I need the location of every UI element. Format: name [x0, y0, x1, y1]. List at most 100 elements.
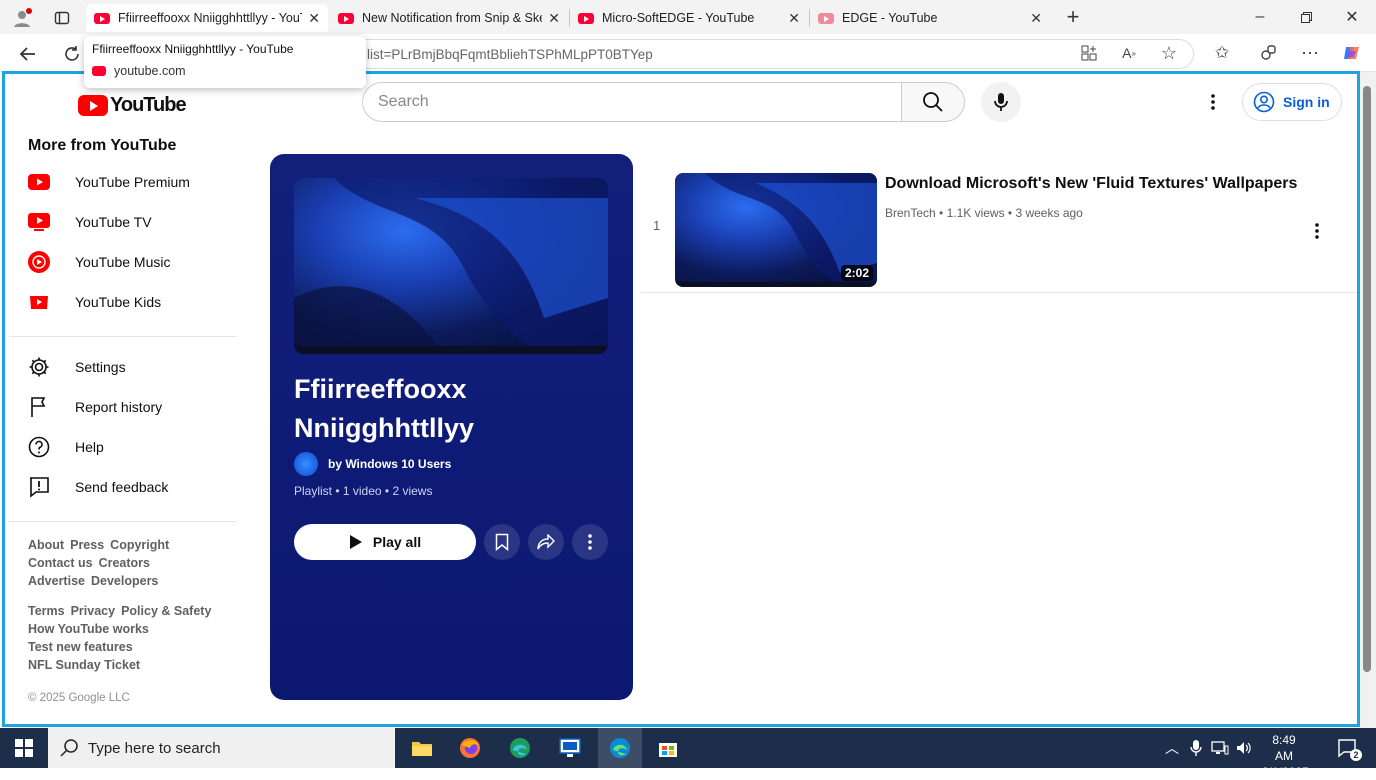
sidebar-item-label: Help	[75, 439, 104, 455]
sidebar-item-send-feedback[interactable]: Send feedback	[27, 469, 237, 505]
app-available-icon[interactable]	[1078, 42, 1100, 64]
tab-edge-youtube[interactable]: EDGE - YouTube ✕	[810, 4, 1050, 32]
favorite-star-icon[interactable]: ☆	[1158, 42, 1180, 64]
sidebar-item-report-history[interactable]: Report history	[27, 389, 237, 425]
playlist-video-row[interactable]: 1 2:02 Download Microsoft's New 'Fluid T…	[641, 169, 1357, 293]
settings-kebab-icon[interactable]	[1201, 90, 1225, 114]
sidebar-item-settings[interactable]: Settings	[27, 349, 237, 385]
microsoft-store-icon[interactable]	[650, 732, 686, 764]
footer-link-advertise[interactable]: Advertise	[28, 574, 85, 588]
edge-canary-icon[interactable]	[598, 728, 642, 768]
sidebar-item-label: YouTube Premium	[75, 174, 190, 190]
share-button[interactable]	[528, 524, 564, 560]
edge-beta-icon[interactable]	[502, 732, 538, 764]
footer-link-privacy[interactable]: Privacy	[71, 604, 115, 618]
collections-icon[interactable]	[1256, 42, 1280, 64]
sign-in-button[interactable]: Sign in	[1242, 83, 1342, 121]
search-button[interactable]	[901, 82, 965, 122]
refresh-icon[interactable]	[60, 42, 84, 66]
favorites-icon[interactable]: ✩	[1210, 42, 1234, 64]
notification-count-badge: 2	[1350, 749, 1362, 761]
hamburger-menu-icon[interactable]	[29, 90, 53, 114]
file-explorer-icon[interactable]	[404, 732, 440, 764]
video-duration-badge: 2:02	[840, 265, 873, 281]
sidebar-item-label: Settings	[75, 359, 126, 375]
sign-in-label: Sign in	[1283, 94, 1330, 110]
video-more-icon[interactable]	[1307, 219, 1327, 243]
back-icon[interactable]	[16, 42, 40, 66]
minimize-icon[interactable]: –	[1248, 6, 1272, 28]
tab-ffiirreeffooxx[interactable]: Ffiirreeffooxx Nniigghhttllyy - YouTube …	[86, 4, 328, 32]
footer-link-developers[interactable]: Developers	[91, 574, 158, 588]
footer-link-contact-us[interactable]: Contact us	[28, 556, 93, 570]
window-close-icon[interactable]: ✕	[1340, 6, 1364, 28]
taskbar-search-input[interactable]: Type here to search	[48, 728, 395, 768]
footer-link-creators[interactable]: Creators	[99, 556, 150, 570]
help-icon	[27, 435, 51, 459]
video-title[interactable]: Download Microsoft's New 'Fluid Textures…	[885, 175, 1297, 193]
sidebar-item-label: YouTube Kids	[75, 294, 162, 310]
footer-link-policy-safety[interactable]: Policy & Safety	[121, 604, 211, 618]
close-tab-icon[interactable]: ✕	[308, 10, 320, 27]
footer-link-copyright[interactable]: Copyright	[110, 538, 169, 552]
playlist-owner[interactable]: by Windows 10 Users	[294, 452, 451, 476]
more-options-icon[interactable]: ⋯	[1298, 42, 1322, 64]
youtube-logo[interactable]: YouTube	[78, 94, 187, 117]
tab-actions-icon[interactable]	[50, 6, 74, 30]
playlist-thumbnail[interactable]	[294, 178, 608, 354]
sidebar-item-youtube-music[interactable]: YouTube Music	[27, 244, 237, 280]
youtube-favicon-icon	[818, 12, 834, 24]
volume-icon[interactable]	[1232, 732, 1256, 764]
tooltip-title: Ffiirreeffooxx Nniigghhttllyy - YouTube	[92, 42, 294, 56]
windows-start-icon[interactable]	[6, 732, 42, 764]
video-thumbnail[interactable]: 2:02	[675, 173, 877, 287]
footer-links-primary: About Press Copyright Contact us Creators A…	[28, 536, 228, 590]
taskbar-search-placeholder: Type here to search	[88, 739, 221, 757]
play-icon	[349, 535, 362, 549]
firefox-icon[interactable]	[452, 732, 488, 764]
footer-link-press[interactable]: Press	[70, 538, 104, 552]
read-aloud-icon[interactable]: A»	[1118, 42, 1140, 64]
clock-time: 8:49 AM	[1272, 733, 1296, 763]
sidebar-item-youtube-premium[interactable]: YouTube Premium	[27, 164, 237, 200]
close-tab-icon[interactable]: ✕	[548, 10, 560, 27]
footer-link-terms[interactable]: Terms	[28, 604, 65, 618]
copilot-icon[interactable]	[1340, 42, 1364, 64]
sidebar-item-help[interactable]: Help	[27, 429, 237, 465]
kebab-icon	[588, 534, 592, 550]
notification-center-icon[interactable]: 2	[1330, 732, 1366, 764]
restore-icon[interactable]	[1294, 6, 1318, 28]
taskbar-clock[interactable]: 8:49 AM 2/1/2025	[1262, 732, 1309, 780]
play-all-button[interactable]: Play all	[294, 524, 476, 560]
show-hidden-icons-chevron[interactable]: ︿	[1160, 732, 1184, 764]
microphone-tray-icon[interactable]	[1184, 732, 1208, 764]
footer-link-how-youtube-works[interactable]: How YouTube works	[28, 622, 149, 636]
page-scrollbar[interactable]	[1360, 72, 1376, 728]
tab-micro-softedge[interactable]: Micro-SoftEDGE - YouTube ✕	[570, 4, 808, 32]
sidebar-divider	[9, 521, 237, 522]
tab-snip-sketch[interactable]: New Notification from Snip & Sketch ✕	[330, 4, 568, 32]
network-icon[interactable]	[1208, 732, 1232, 764]
footer-link-test-new-features[interactable]: Test new features	[28, 640, 133, 654]
youtube-music-icon	[27, 250, 51, 274]
voice-search-button[interactable]	[981, 82, 1021, 122]
sidebar-item-label: YouTube TV	[75, 214, 152, 230]
playlist-more-button[interactable]	[572, 524, 608, 560]
profile-icon[interactable]	[10, 6, 34, 30]
sidebar-item-youtube-tv[interactable]: YouTube TV	[27, 204, 237, 240]
browser-tab-bar: Ffiirreeffooxx Nniigghhttllyy - YouTube …	[0, 0, 1376, 34]
close-tab-icon[interactable]: ✕	[1030, 10, 1042, 27]
sidebar-item-youtube-kids[interactable]: YouTube Kids	[27, 284, 237, 320]
clock-date: 2/1/2025	[1262, 765, 1309, 779]
windows-taskbar: Type here to search ︿ 8:49 AM 2/1/2025 2	[0, 728, 1376, 779]
save-playlist-button[interactable]	[484, 524, 520, 560]
sidebar-item-label: Report history	[75, 399, 163, 415]
tooltip-domain: youtube.com	[114, 64, 186, 78]
close-tab-icon[interactable]: ✕	[788, 10, 800, 27]
footer-link-nfl-sunday-ticket[interactable]: NFL Sunday Ticket	[28, 658, 140, 672]
remote-desktop-icon[interactable]	[552, 732, 588, 764]
footer-link-about[interactable]: About	[28, 538, 64, 552]
scrollbar-thumb[interactable]	[1363, 86, 1371, 672]
new-tab-icon[interactable]: +	[1060, 4, 1086, 30]
search-input[interactable]: Search	[362, 82, 902, 122]
